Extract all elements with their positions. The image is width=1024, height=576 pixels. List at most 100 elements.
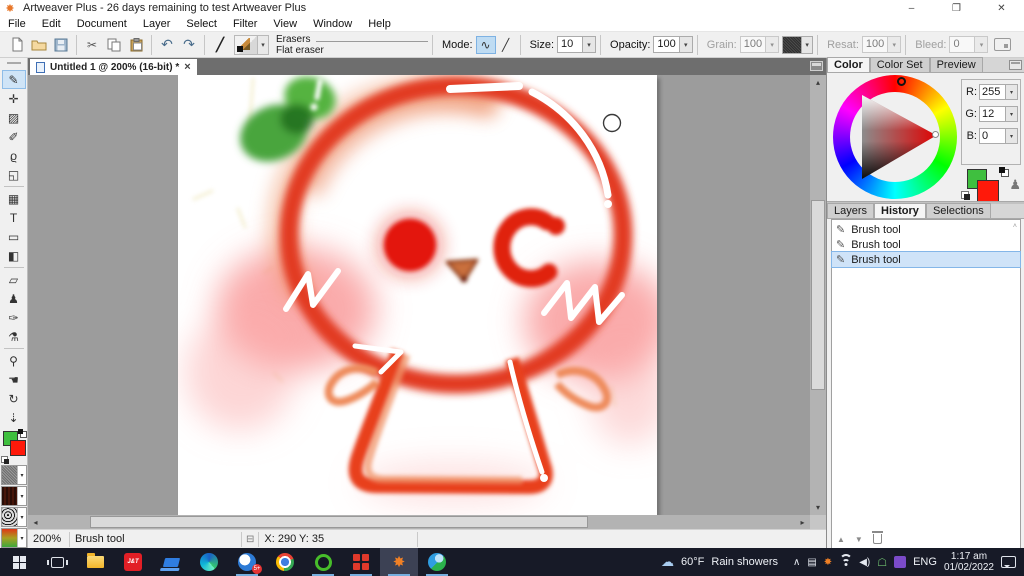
paste-button[interactable] bbox=[125, 35, 147, 55]
chevron-down-icon[interactable]: ▾ bbox=[801, 36, 813, 53]
artweaver-tray-icon[interactable]: ✸ bbox=[824, 557, 832, 568]
step-back-button[interactable]: ▲ bbox=[837, 535, 845, 544]
redo-button[interactable]: ↷ bbox=[178, 35, 200, 55]
device-app-button[interactable] bbox=[152, 548, 190, 576]
tab-color-set[interactable]: Color Set bbox=[869, 57, 930, 72]
pattern-selector-button[interactable]: ▾ bbox=[1, 507, 27, 527]
tool-clone[interactable]: ♟ bbox=[2, 289, 26, 308]
tool-move[interactable]: ✛ bbox=[2, 89, 26, 108]
chevron-down-icon[interactable]: ▾ bbox=[678, 37, 692, 52]
stamp-icon[interactable]: ♟ bbox=[1009, 177, 1021, 193]
menu-file[interactable]: File bbox=[0, 18, 34, 30]
history-item-selected[interactable]: ✎ Brush tool bbox=[831, 251, 1021, 268]
paper-selector-button[interactable]: ▾ bbox=[1, 465, 27, 485]
security-shield-icon[interactable]: ☖ bbox=[877, 556, 887, 569]
notification-center-icon[interactable] bbox=[1001, 556, 1016, 568]
panel-toggle-icon[interactable] bbox=[810, 61, 823, 71]
tab-color[interactable]: Color bbox=[827, 57, 870, 72]
swap-colors-icon[interactable] bbox=[1, 456, 9, 464]
menu-layer[interactable]: Layer bbox=[135, 18, 179, 30]
edge-button[interactable] bbox=[190, 548, 228, 576]
chevron-down-icon[interactable]: ▾ bbox=[1005, 85, 1017, 99]
menu-view[interactable]: View bbox=[265, 18, 305, 30]
tool-pattern[interactable]: ▦ bbox=[2, 189, 26, 208]
grid-app-button[interactable] bbox=[342, 548, 380, 576]
opacity-input[interactable]: 100 ▾ bbox=[653, 36, 693, 53]
background-color-swatch[interactable] bbox=[10, 440, 26, 456]
swap-colors-icon[interactable] bbox=[961, 191, 970, 200]
texture-selector-button[interactable]: ▾ bbox=[1, 486, 27, 506]
task-view-button[interactable] bbox=[38, 548, 76, 576]
freehand-mode-button[interactable]: ∿ bbox=[475, 35, 496, 54]
canvas-viewport[interactable] bbox=[28, 75, 810, 515]
gradient-selector-button[interactable]: ▾ bbox=[1, 528, 27, 548]
delete-history-icon[interactable] bbox=[871, 531, 883, 544]
tool-hand[interactable]: ☚ bbox=[2, 370, 26, 389]
tool-fill[interactable]: ⚗ bbox=[2, 327, 26, 346]
weather-icon[interactable]: ☁ bbox=[661, 554, 674, 570]
start-button[interactable] bbox=[0, 548, 38, 576]
brush-selector[interactable]: Erasers Flat eraser bbox=[276, 34, 428, 56]
step-forward-button[interactable]: ▼ bbox=[855, 535, 863, 544]
tool-gradient[interactable]: ◧ bbox=[2, 246, 26, 265]
tablet-settings-icon[interactable] bbox=[994, 38, 1012, 51]
scroll-left-icon[interactable]: ◂ bbox=[28, 515, 43, 529]
keyboard-icon[interactable]: ▤ bbox=[807, 557, 816, 568]
horizontal-scrollbar[interactable]: ◂ ▸ bbox=[28, 515, 810, 529]
language-indicator[interactable]: ENG bbox=[913, 556, 937, 568]
artweaver-taskbar-button[interactable]: ✸ bbox=[380, 548, 418, 576]
save-button[interactable] bbox=[50, 35, 72, 55]
tab-preview[interactable]: Preview bbox=[929, 57, 983, 72]
canvas[interactable] bbox=[178, 75, 672, 515]
color-wheel[interactable] bbox=[833, 75, 957, 199]
volume-icon[interactable]: ◀) bbox=[859, 557, 870, 568]
panel-menu-icon[interactable] bbox=[1009, 60, 1022, 70]
history-item[interactable]: ✎ Brush tool bbox=[832, 222, 1020, 237]
tool-eraser[interactable]: ▱ bbox=[2, 270, 26, 289]
tool-rotate[interactable]: ↻ bbox=[2, 389, 26, 408]
menu-help[interactable]: Help bbox=[360, 18, 399, 30]
background-color-swatch[interactable] bbox=[977, 180, 999, 202]
default-colors-icon[interactable] bbox=[999, 167, 1009, 177]
tab-history[interactable]: History bbox=[874, 203, 926, 218]
menu-edit[interactable]: Edit bbox=[34, 18, 69, 30]
tool-more[interactable]: ⇣ bbox=[2, 408, 26, 427]
status-panel-icon[interactable]: ⊟ bbox=[242, 534, 258, 545]
globe-app-button[interactable] bbox=[418, 548, 456, 576]
blue-input[interactable]: 0 ▾ bbox=[979, 128, 1018, 144]
open-button[interactable] bbox=[28, 35, 50, 55]
tab-layers[interactable]: Layers bbox=[827, 203, 875, 218]
cut-button[interactable]: ✂ bbox=[81, 35, 103, 55]
chevron-down-icon[interactable]: ▾ bbox=[17, 466, 26, 484]
file-explorer-button[interactable] bbox=[76, 548, 114, 576]
chrome-button[interactable] bbox=[266, 548, 304, 576]
copy-button[interactable] bbox=[103, 35, 125, 55]
tool-select[interactable]: ▨ bbox=[2, 108, 26, 127]
document-tab[interactable]: Untitled 1 @ 200% (16-bit) * × bbox=[30, 59, 197, 75]
scroll-up-icon[interactable]: ˄ bbox=[1013, 223, 1017, 230]
green-app-button[interactable] bbox=[304, 548, 342, 576]
close-button[interactable]: ✕ bbox=[979, 0, 1024, 16]
chevron-down-icon[interactable]: ▾ bbox=[1005, 107, 1017, 121]
scroll-down-icon[interactable]: ▾ bbox=[810, 500, 826, 515]
tray-expand-icon[interactable]: ∧ bbox=[793, 557, 800, 568]
brush-stroke-icon[interactable]: ╱ bbox=[209, 35, 231, 55]
messenger-app-button[interactable]: 5+ bbox=[228, 548, 266, 576]
line-mode-button[interactable]: ╱ bbox=[496, 36, 516, 54]
green-input[interactable]: 12 ▾ bbox=[979, 106, 1018, 122]
tool-crop[interactable]: ◱ bbox=[2, 165, 26, 184]
chevron-down-icon[interactable]: ▾ bbox=[257, 35, 268, 54]
menu-document[interactable]: Document bbox=[69, 18, 135, 30]
history-item[interactable]: ✎ Brush tool bbox=[832, 237, 1020, 252]
weather-temp[interactable]: 60°F bbox=[681, 556, 704, 568]
tool-text[interactable]: T bbox=[2, 208, 26, 227]
red-input[interactable]: 255 ▾ bbox=[979, 84, 1018, 100]
chevron-down-icon[interactable]: ▾ bbox=[582, 37, 596, 52]
weather-condition[interactable]: Rain showers bbox=[711, 556, 778, 568]
minimize-button[interactable]: – bbox=[889, 0, 934, 16]
tray-app-icon[interactable] bbox=[894, 556, 907, 568]
hue-marker[interactable] bbox=[897, 77, 906, 86]
menu-select[interactable]: Select bbox=[178, 18, 225, 30]
size-input[interactable]: 10 ▾ bbox=[557, 36, 597, 53]
tool-brush[interactable]: ✎ bbox=[1, 70, 26, 89]
